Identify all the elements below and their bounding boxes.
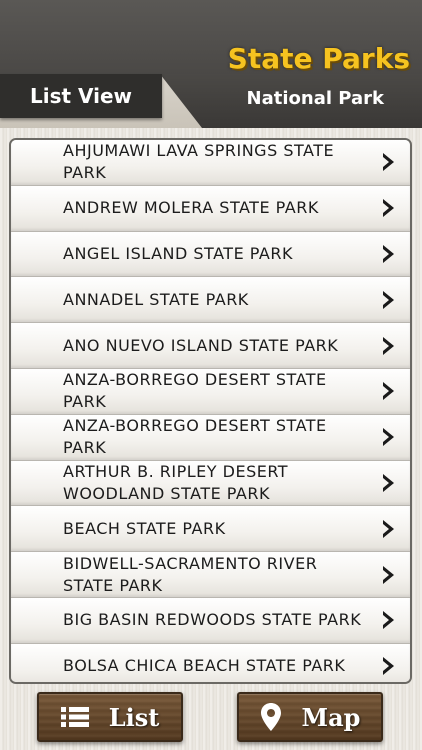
page-subtitle: National Park [246,88,384,109]
list-item[interactable]: BEACH STATE PARK [11,506,410,553]
list-item[interactable]: ANDREW MOLERA STATE PARK [11,185,410,232]
list-button[interactable]: List [37,692,183,742]
list-item[interactable]: BOLSA CHICA BEACH STATE PARK [11,643,410,682]
chevron-right-icon [383,382,394,401]
park-list[interactable]: AHJUMAWI LAVA SPRINGS STATE PARK ANDREW … [9,138,412,684]
app-header: List View State Parks National Park [0,0,422,128]
map-button[interactable]: Map [237,692,383,742]
list-button-label: List [108,702,160,732]
park-name: ANNADEL STATE PARK [63,289,249,309]
page-title: State Parks [227,42,410,75]
chevron-right-icon [383,244,394,263]
chevron-right-icon [383,519,394,538]
list-item[interactable]: ANZA-BORREGO DESERT STATE PARK [11,368,410,415]
list-item[interactable]: ARTHUR B. RIPLEY DESERT WOODLAND STATE P… [11,460,410,507]
park-name: BOLSA CHICA BEACH STATE PARK [63,656,346,676]
list-item[interactable]: BIG BASIN REDWOODS STATE PARK [11,597,410,644]
park-name: ANZA-BORREGO DESERT STATE PARK [63,370,327,412]
chevron-right-icon [383,657,394,676]
list-item[interactable]: BIDWELL-SACRAMENTO RIVER STATE PARK [11,552,410,598]
chevron-right-icon [383,199,394,218]
map-pin-icon [260,703,281,731]
map-button-label: Map [301,702,361,732]
list-item[interactable]: ANNADEL STATE PARK [11,277,410,324]
park-name: ARTHUR B. RIPLEY DESERT WOODLAND STATE P… [63,461,289,503]
list-item[interactable]: ANZA-BORREGO DESERT STATE PARK [11,414,410,461]
chevron-right-icon [383,611,394,630]
park-name: AHJUMAWI LAVA SPRINGS STATE PARK [63,141,335,183]
chevron-right-icon [383,290,394,309]
chevron-right-icon [383,473,394,492]
park-name: BEACH STATE PARK [63,518,226,538]
chevron-right-icon [383,336,394,355]
park-name: BIG BASIN REDWOODS STATE PARK [63,610,362,630]
list-item[interactable]: AHJUMAWI LAVA SPRINGS STATE PARK [11,140,410,186]
list-item[interactable]: ANGEL ISLAND STATE PARK [11,231,410,278]
chevron-right-icon [383,565,394,584]
park-name: ANDREW MOLERA STATE PARK [63,198,319,218]
park-name: BIDWELL-SACRAMENTO RIVER STATE PARK [63,553,318,595]
park-name: ANGEL ISLAND STATE PARK [63,243,293,263]
chevron-right-icon [383,153,394,172]
list-icon [60,707,89,727]
park-name: ANZA-BORREGO DESERT STATE PARK [63,416,327,458]
chevron-right-icon [383,428,394,447]
tab-list-view[interactable]: List View [0,74,162,118]
park-name: ANO NUEVO ISLAND STATE PARK [63,335,339,355]
list-item[interactable]: ANO NUEVO ISLAND STATE PARK [11,323,410,369]
